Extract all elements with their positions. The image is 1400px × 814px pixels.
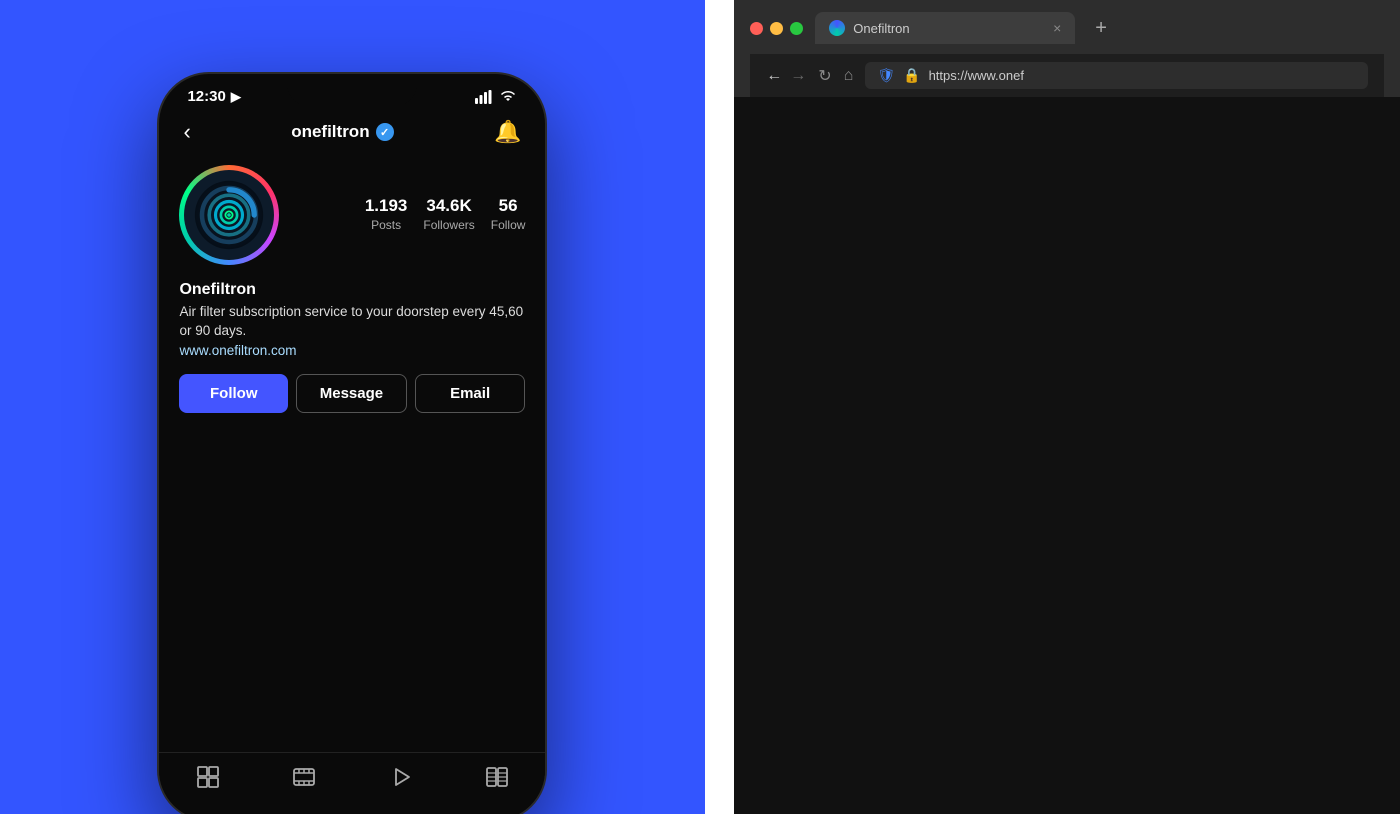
igtv-tab-icon[interactable]: [485, 765, 509, 796]
following-count: 56: [491, 196, 526, 216]
lock-icon: 🔒: [903, 67, 920, 84]
stats-row: 1.193 Posts 34.6K Followers 56 Follow: [295, 196, 525, 234]
shield-icon: 🛡: [877, 67, 895, 84]
close-window-button[interactable]: [750, 22, 763, 35]
notification-bell-icon[interactable]: 🔔: [494, 119, 521, 145]
verified-badge: ✓: [376, 123, 394, 141]
browser-back-button[interactable]: ←: [766, 67, 782, 85]
traffic-lights: [750, 22, 803, 35]
following-label: Follow: [491, 218, 526, 232]
action-buttons: Follow Message Email: [159, 374, 545, 429]
browser-nav-arrows: ← →: [766, 67, 806, 85]
posts-label: Posts: [371, 218, 401, 232]
signal-icon: [475, 90, 493, 104]
username-label: onefiltron: [291, 122, 369, 142]
posts-count: 1.193: [365, 196, 408, 216]
browser-addressbar: ← → ↻ ⌂ 🛡 🔒 https://www.onef: [750, 54, 1384, 97]
new-tab-button[interactable]: +: [1095, 17, 1107, 40]
maximize-window-button[interactable]: [790, 22, 803, 35]
browser-tab[interactable]: Onefiltron ×: [815, 12, 1075, 44]
nav-bar: ‹ onefiltron ✓ 🔔: [159, 111, 545, 157]
browser-chrome: Onefiltron × + ← → ↻ ⌂ 🛡 🔒 https://www.o…: [734, 0, 1400, 97]
grid-tab-icon[interactable]: [196, 765, 220, 796]
followers-stat: 34.6K Followers: [423, 196, 474, 234]
browser-home-button[interactable]: ⌂: [844, 67, 854, 85]
bio-section: Onefiltron Air filter subscription servi…: [159, 281, 545, 374]
followers-count: 34.6K: [423, 196, 474, 216]
message-button[interactable]: Message: [296, 374, 407, 413]
status-right: [475, 90, 517, 104]
minimize-window-button[interactable]: [770, 22, 783, 35]
bio-website[interactable]: www.onefiltron.com: [179, 343, 525, 358]
back-button[interactable]: ‹: [183, 119, 190, 145]
browser-forward-button[interactable]: →: [790, 67, 806, 85]
avatar-inner: [184, 170, 274, 260]
profile-title: onefiltron ✓: [291, 122, 393, 142]
bottom-tabs: [159, 752, 545, 814]
address-bar[interactable]: 🛡 🔒 https://www.onef: [865, 62, 1368, 89]
tab-title: Onefiltron: [853, 21, 1045, 36]
phone-mockup: 12:30 ▶ ‹: [157, 72, 547, 814]
brand-logo: [193, 179, 265, 251]
time-display: 12:30: [187, 88, 225, 105]
wifi-icon: [499, 90, 517, 104]
browser-refresh-button[interactable]: ↻: [818, 66, 831, 86]
status-left: 12:30 ▶: [187, 88, 240, 105]
avatar-ring: [179, 165, 279, 265]
email-button[interactable]: Email: [415, 374, 526, 413]
tab-favicon: [829, 20, 845, 36]
reels-tab-icon[interactable]: [389, 765, 413, 796]
bio-description: Air filter subscription service to your …: [179, 303, 525, 341]
bio-name: Onefiltron: [179, 281, 525, 299]
left-panel: 12:30 ▶ ‹: [0, 0, 705, 814]
follow-button[interactable]: Follow: [179, 374, 288, 413]
location-icon: ▶: [231, 89, 241, 105]
followers-label: Followers: [423, 218, 474, 232]
browser-titlebar: Onefiltron × +: [750, 12, 1384, 44]
following-stat: 56 Follow: [491, 196, 526, 234]
avatar-container: [179, 165, 279, 265]
tab-close-button[interactable]: ×: [1053, 20, 1061, 36]
video-tab-icon[interactable]: [292, 765, 316, 796]
white-gap: [705, 0, 734, 814]
url-display: https://www.onef: [929, 68, 1024, 83]
posts-stat: 1.193 Posts: [365, 196, 408, 234]
browser-content: [734, 97, 1400, 814]
profile-section: 1.193 Posts 34.6K Followers 56 Follow: [159, 157, 545, 281]
phone-notch: [287, 74, 417, 106]
right-panel: Onefiltron × + ← → ↻ ⌂ 🛡 🔒 https://www.o…: [734, 0, 1400, 814]
